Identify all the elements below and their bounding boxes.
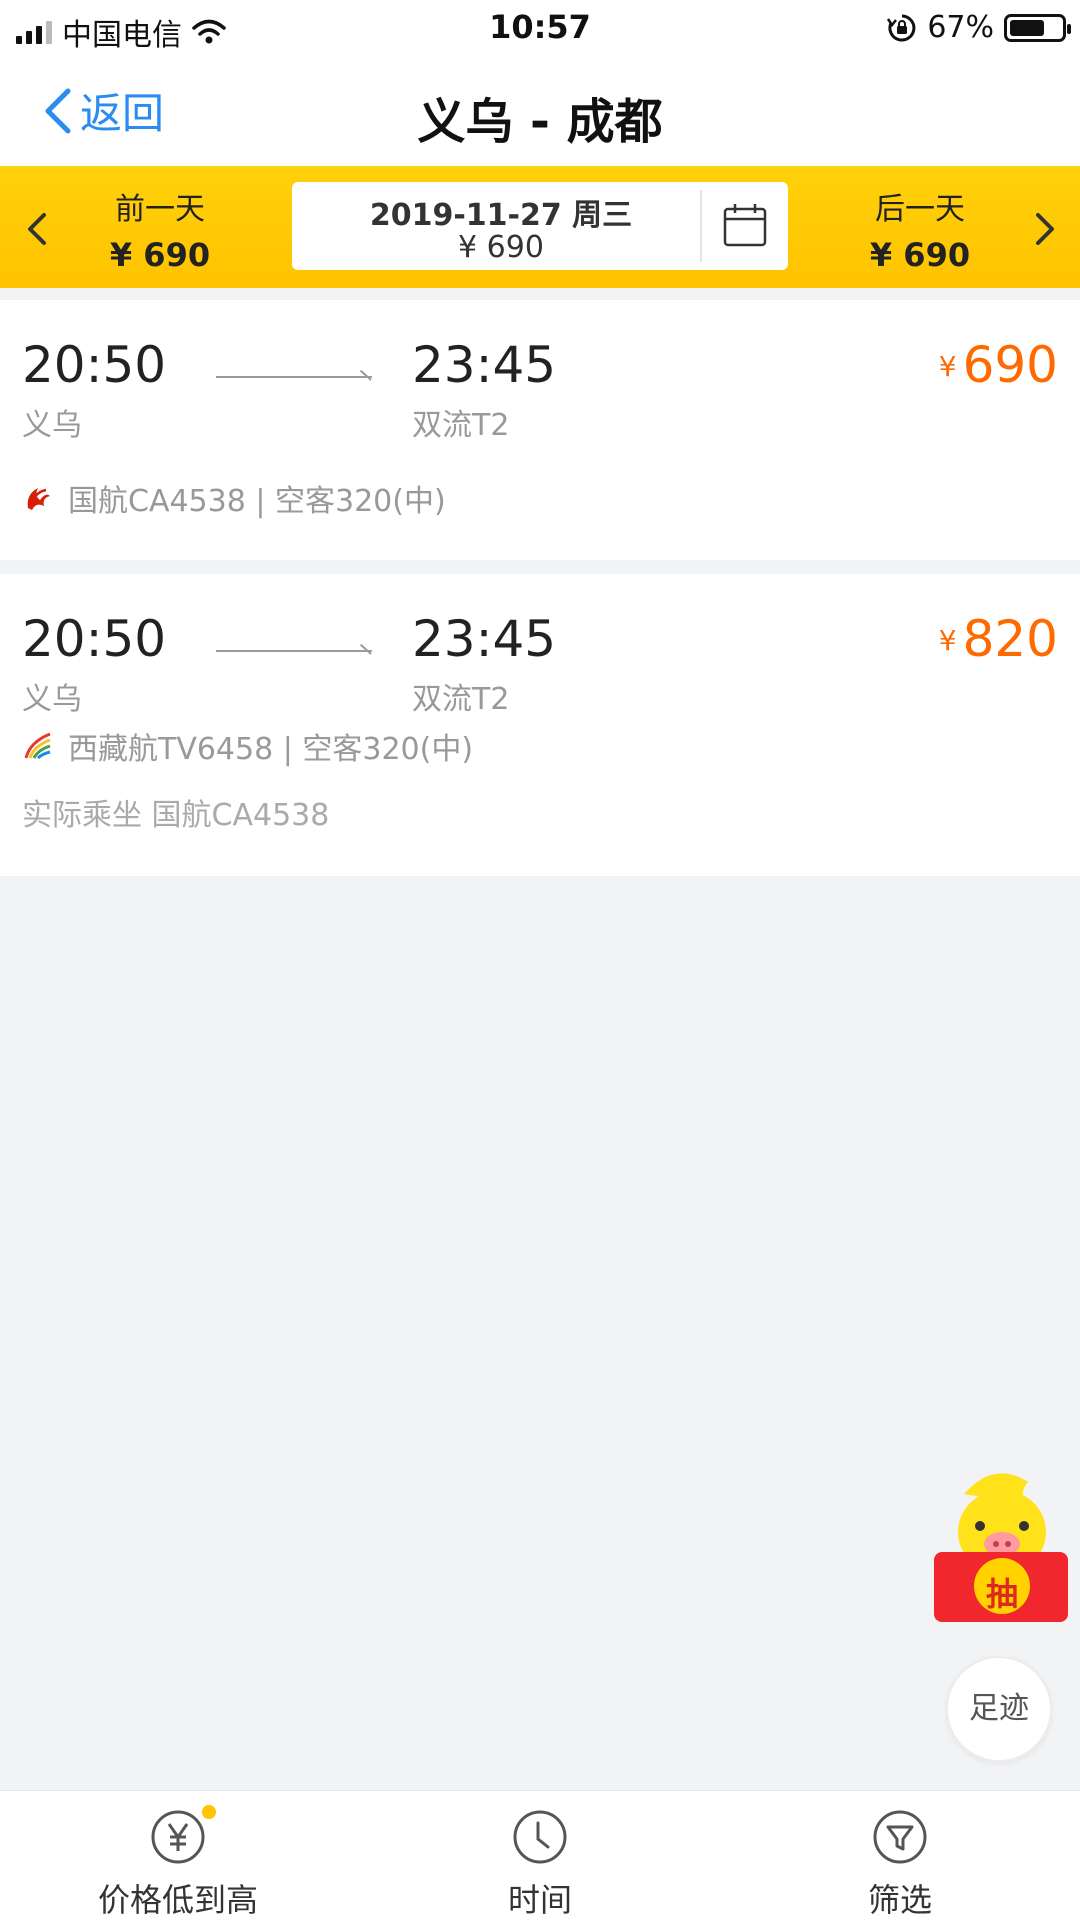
status-bar: 中国电信 10:57 67% — [0, 0, 1080, 56]
filter-tab[interactable]: 筛选 — [780, 1809, 1020, 1920]
flight-price: ¥820 — [939, 610, 1058, 668]
page-title: 义乌 - 成都 — [417, 94, 663, 150]
chevron-right-icon[interactable] — [1034, 210, 1056, 256]
time-label: 时间 — [507, 1881, 572, 1919]
footprint-button[interactable]: 足迹 — [946, 1656, 1052, 1762]
currency-symbol: ¥ — [938, 350, 957, 383]
departure-airport: 义乌 — [22, 408, 82, 443]
price-value: 690 — [962, 336, 1058, 394]
air-china-logo-icon — [27, 488, 50, 510]
flight-card[interactable]: 20:50 23:45 义乌 双流T2 ¥820 西藏航TV6458 | 空客3… — [0, 574, 1080, 876]
price-value: 820 — [962, 610, 1058, 668]
next-day-button[interactable]: 后一天 ¥ 690 — [790, 180, 1050, 274]
flight-price: ¥690 — [939, 336, 1058, 394]
current-date-box[interactable]: 2019-11-27 周三 ¥ 690 — [292, 182, 788, 270]
battery-fill — [1010, 19, 1044, 36]
current-date: 2019-11-27 周三 — [369, 198, 633, 233]
previous-day-label: 前一天 — [115, 192, 205, 227]
notification-dot — [202, 1805, 216, 1819]
departure-time: 20:50 — [22, 336, 167, 394]
departure-time: 20:50 — [22, 610, 167, 668]
lottery-widget[interactable]: 抽 — [924, 1464, 1078, 1624]
filter-icon — [872, 1809, 928, 1865]
airline-info: 西藏航TV6458 | 空客320(中) — [22, 724, 473, 768]
date-selector: 前一天 ¥ 690 2019-11-27 周三 ¥ 690 后一天 ¥ 690 — [0, 166, 1080, 288]
arrival-airport: 双流T2 — [412, 408, 510, 443]
flight-card[interactable]: 20:50 23:45 义乌 双流T2 ¥690 国航CA4538 | 空客32… — [0, 300, 1080, 560]
previous-day-price: ¥ 690 — [109, 236, 211, 274]
current-date-price: ¥ 690 — [458, 230, 544, 265]
status-right: 67% — [887, 10, 1071, 45]
orientation-lock-icon — [887, 14, 916, 41]
flight-arrow — [216, 376, 372, 378]
departure-airport: 义乌 — [22, 682, 82, 717]
battery-percent: 67% — [927, 10, 994, 45]
actual-carrier: 实际乘坐 国航CA4538 — [22, 798, 330, 833]
airline-text: 西藏航TV6458 | 空客320(中) — [68, 732, 474, 767]
arrival-time: 23:45 — [412, 610, 557, 668]
currency-symbol: ¥ — [938, 624, 957, 657]
navigation-bar: 返回 义乌 - 成都 — [0, 56, 1080, 166]
flight-arrow — [216, 650, 372, 652]
arrival-airport: 双流T2 — [412, 682, 510, 717]
arrival-time: 23:45 — [412, 336, 557, 394]
filter-label: 筛选 — [867, 1881, 932, 1919]
date-divider — [700, 190, 702, 262]
sort-price-label: 价格低到高 — [97, 1881, 258, 1919]
previous-day-button[interactable]: 前一天 ¥ 690 — [30, 180, 290, 274]
airline-text: 国航CA4538 | 空客320(中) — [68, 484, 446, 519]
tibet-airlines-logo-icon — [24, 732, 51, 760]
time-tab[interactable]: 时间 — [420, 1809, 660, 1920]
sort-price-tab[interactable]: 价格低到高 — [58, 1805, 298, 1920]
lottery-label: 抽 — [985, 1575, 1018, 1613]
bottom-toolbar: 价格低到高 时间 筛选 — [0, 1790, 1080, 1920]
next-day-label: 后一天 — [875, 192, 965, 227]
next-day-price: ¥ 690 — [869, 236, 971, 274]
clock-icon — [512, 1809, 568, 1865]
calendar-icon[interactable] — [722, 202, 768, 248]
battery-icon — [1004, 13, 1071, 42]
airline-info: 国航CA4538 | 空客320(中) — [22, 476, 446, 520]
yen-icon — [150, 1805, 216, 1865]
